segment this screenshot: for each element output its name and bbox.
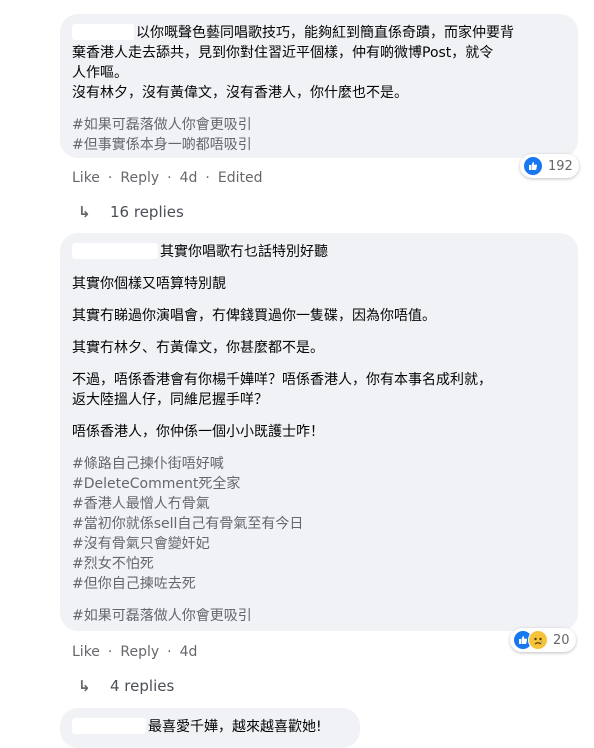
redacted-author-name xyxy=(72,24,134,40)
comment-text-line: 沒有林夕，沒有黃偉文，沒有香港人，你什麼也不是。 xyxy=(72,85,408,101)
replies-count-label: 4 replies xyxy=(110,677,175,695)
reply-arrow-icon: ↳ xyxy=(78,677,91,695)
separator-dot: · xyxy=(167,644,172,660)
hashtag-link[interactable]: #沒有骨氣只會變奸妃 xyxy=(72,534,566,554)
hashtag-link[interactable]: #當初你就係sell自己有骨氣至有今日 xyxy=(72,514,566,534)
comment-text-line: 以你嘅聲色藝同唱歌技巧，能夠紅到簡直係奇蹟，而家仲要背 xyxy=(72,23,566,43)
view-replies-link[interactable]: ↳ 4 replies xyxy=(78,675,174,697)
sad-icon xyxy=(528,630,548,650)
hashtag-link[interactable]: #如果可磊落做人你會更吸引 xyxy=(72,606,566,626)
reaction-summary[interactable]: 192 xyxy=(520,154,579,178)
comment-paragraph: 不過，唔係香港會有你楊千嬅咩？唔係香港人，你有本事名成利就， xyxy=(72,372,492,388)
comment-bubble: 以你嘅聲色藝同唱歌技巧，能夠紅到簡直係奇蹟，而家仲要背 棄香港人走去舔共，見到你… xyxy=(60,14,578,158)
comment-text-line: 棄香港人走去舔共，見到你對住習近平個樣，仲有啲微博Post，就令 xyxy=(72,45,494,61)
separator-dot: · xyxy=(167,170,172,186)
reply-arrow-icon: ↳ xyxy=(78,203,91,221)
like-icon xyxy=(523,156,543,176)
redacted-author-name xyxy=(72,718,146,734)
hashtag-link[interactable]: #但你自己揀咗去死 xyxy=(72,574,566,594)
replies-count-label: 16 replies xyxy=(110,203,184,221)
separator-dot: · xyxy=(205,170,210,186)
comment-actions: Like · Reply · 4d · Edited xyxy=(72,168,262,188)
comment-paragraph: 返大陸搵人仔，同維尼握手咩？ xyxy=(72,392,268,408)
hashtag-link[interactable]: #但事實係本身一啲都唔吸引 xyxy=(72,135,566,155)
reaction-summary[interactable]: 20 xyxy=(510,628,576,652)
comment-bubble: 其實你唱歌冇乜話特別好聽 其實你個樣又唔算特別靚 其實冇睇過你演唱會，冇俾錢買過… xyxy=(60,233,578,631)
comment-paragraph: 其實冇睇過你演唱會，冇俾錢買過你一隻碟，因為你唔值。 xyxy=(72,308,436,324)
like-button[interactable]: Like xyxy=(72,168,100,188)
timestamp-link[interactable]: 4d xyxy=(180,168,198,188)
edited-label[interactable]: Edited xyxy=(218,168,263,188)
comment-paragraph: 其實你個樣又唔算特別靚 xyxy=(72,276,226,292)
comment-paragraph: 唔係香港人，你仲係一個小小既護士咋！ xyxy=(72,424,324,440)
comment-bubble: 最喜愛千嬅，越來越喜歡她! xyxy=(60,708,360,748)
hashtag-link[interactable]: #條路自己揀仆街唔好喊 xyxy=(72,454,566,474)
comment-paragraph: 其實冇林夕、冇黃偉文，你甚麼都不是。 xyxy=(72,340,324,356)
separator-dot: · xyxy=(107,170,113,186)
reaction-count: 20 xyxy=(553,632,570,648)
comment-text-line: 人作嘔。 xyxy=(72,65,128,81)
comment-actions: Like · Reply · 4d xyxy=(72,642,197,662)
timestamp-link[interactable]: 4d xyxy=(180,642,198,662)
reply-button[interactable]: Reply xyxy=(120,168,159,188)
reaction-count: 192 xyxy=(548,158,573,174)
hashtag-link[interactable]: #香港人最憎人冇骨氣 xyxy=(72,494,566,514)
hashtag-link[interactable]: #烈女不怕死 xyxy=(72,554,566,574)
comment-text-line: 最喜愛千嬅，越來越喜歡她! xyxy=(72,717,348,737)
like-button[interactable]: Like xyxy=(72,642,100,662)
hashtag-link[interactable]: #如果可磊落做人你會更吸引 xyxy=(72,115,566,135)
reply-button[interactable]: Reply xyxy=(120,642,159,662)
hashtag-link[interactable]: #DeleteComment死全家 xyxy=(72,474,566,494)
comment-text-line: 其實你唱歌冇乜話特別好聽 xyxy=(72,242,566,262)
view-replies-link[interactable]: ↳ 16 replies xyxy=(78,201,184,223)
redacted-author-name xyxy=(72,243,158,259)
separator-dot: · xyxy=(107,644,113,660)
